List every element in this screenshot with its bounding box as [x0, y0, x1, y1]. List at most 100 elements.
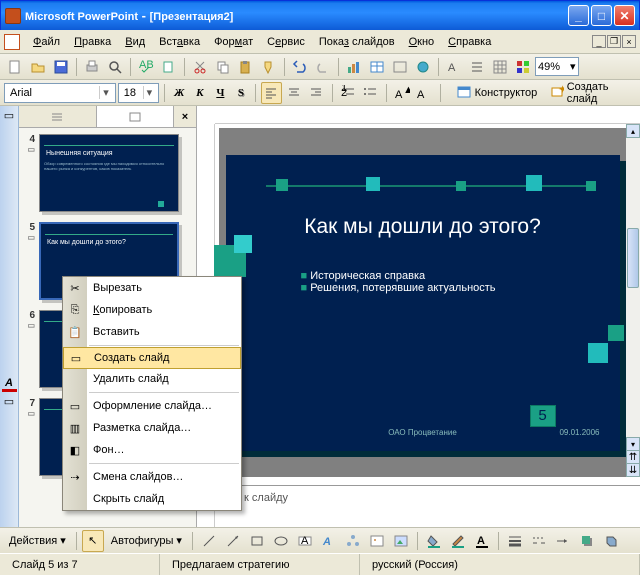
ctx-hide[interactable]: Скрыть слайд [63, 488, 241, 510]
save-icon[interactable] [50, 56, 72, 78]
arrow-style-icon[interactable] [552, 530, 574, 552]
doc-minimize[interactable]: _ [592, 35, 606, 48]
dash-style-icon[interactable] [528, 530, 550, 552]
ctx-paste[interactable]: 📋Вставить [63, 321, 241, 343]
current-slide[interactable]: Как мы дошли до этого? Историческая спра… [226, 155, 620, 451]
format-painter-icon[interactable] [258, 56, 280, 78]
research-icon[interactable] [158, 56, 180, 78]
print-icon[interactable] [81, 56, 103, 78]
designer-button[interactable]: Конструктор [450, 82, 544, 104]
hyperlink-icon[interactable] [412, 56, 434, 78]
slide-area[interactable]: Как мы дошли до этого? Историческая спра… [219, 128, 626, 477]
zoom-input[interactable] [538, 61, 570, 73]
menu-help[interactable]: Справка [441, 33, 498, 51]
fill-color-icon[interactable] [423, 530, 445, 552]
clipart-icon[interactable] [366, 530, 388, 552]
ctx-new-slide[interactable]: ▭Создать слайд [63, 347, 241, 369]
rectangle-icon[interactable] [246, 530, 268, 552]
doc-close[interactable]: × [622, 35, 636, 48]
thumb-item[interactable]: 4▭ Нынешняя ситуация Обзор современного … [19, 132, 196, 214]
arrow-icon[interactable] [222, 530, 244, 552]
oval-icon[interactable] [270, 530, 292, 552]
outline-tab[interactable] [19, 106, 97, 127]
chart-icon[interactable] [343, 56, 365, 78]
ctx-layout[interactable]: ▥Разметка слайда… [63, 417, 241, 439]
menu-tools[interactable]: Сервис [260, 33, 312, 51]
menu-file[interactable]: Файл [26, 33, 67, 51]
size-combo[interactable]: 18▾ [118, 83, 159, 103]
italic-button[interactable]: К [191, 83, 210, 103]
table-icon[interactable] [366, 56, 388, 78]
actions-menu[interactable]: Действия ▾ [4, 532, 71, 549]
undo-icon[interactable] [289, 56, 311, 78]
ctx-transition[interactable]: ⇢Смена слайдов… [63, 466, 241, 488]
line-color-icon[interactable] [447, 530, 469, 552]
document-icon[interactable] [4, 34, 20, 50]
shadow-button[interactable]: S [232, 83, 251, 103]
font-color-side-icon[interactable]: A [2, 377, 17, 392]
align-right-icon[interactable] [306, 82, 327, 104]
slide-bullets[interactable]: Историческая справкаРешения, потерявшие … [301, 270, 496, 294]
tables-borders-icon[interactable] [389, 56, 411, 78]
ctx-design[interactable]: ▭Оформление слайда… [63, 395, 241, 417]
autoshapes-menu[interactable]: Автофигуры ▾ [106, 532, 187, 549]
line-icon[interactable] [198, 530, 220, 552]
redo-icon[interactable] [312, 56, 334, 78]
ctx-background[interactable]: ◧Фон… [63, 439, 241, 461]
font-color-icon[interactable]: A [471, 530, 493, 552]
notes-pane[interactable]: тки к слайду [215, 485, 640, 527]
cut-icon[interactable] [189, 56, 211, 78]
wordart-icon[interactable]: A [318, 530, 340, 552]
bullets-icon[interactable] [360, 82, 381, 104]
select-icon[interactable]: ↖ [82, 530, 104, 552]
3d-style-icon[interactable] [600, 530, 622, 552]
picture-icon[interactable] [390, 530, 412, 552]
spellcheck-icon[interactable]: ABC [135, 56, 157, 78]
zoom-combo[interactable]: ▾ [535, 57, 579, 76]
ctx-cut[interactable]: ✂Вырезать [63, 277, 241, 299]
grid-icon[interactable] [489, 56, 511, 78]
line-style-icon[interactable] [504, 530, 526, 552]
expand-icon[interactable]: A [443, 56, 465, 78]
ctx-delete-slide[interactable]: Удалить слайд [63, 368, 241, 390]
new-icon[interactable] [4, 56, 26, 78]
scrollbar-vertical[interactable]: ▴ ▾ ⇈ ⇊ [626, 124, 640, 477]
copy-icon[interactable] [212, 56, 234, 78]
minimize-button[interactable]: _ [568, 5, 589, 26]
paste-icon[interactable] [235, 56, 257, 78]
preview-icon[interactable] [104, 56, 126, 78]
panel-close[interactable]: × [174, 106, 196, 127]
decrease-font-icon[interactable]: A [414, 82, 435, 104]
menu-insert[interactable]: Вставка [152, 33, 207, 51]
scroll-thumb[interactable] [627, 228, 639, 288]
maximize-button[interactable]: □ [591, 5, 612, 26]
slide-title[interactable]: Как мы дошли до этого? [226, 215, 620, 239]
ctx-copy[interactable]: ⎘Копировать [63, 299, 241, 321]
font-combo[interactable]: Arial▾ [4, 83, 116, 103]
menu-window[interactable]: Окно [402, 33, 442, 51]
design-side-icon[interactable]: ▭ [2, 394, 17, 409]
svg-text:A: A [477, 535, 485, 547]
close-button[interactable]: ✕ [614, 5, 635, 26]
textbox-icon[interactable]: A [294, 530, 316, 552]
show-formatting-icon[interactable] [466, 56, 488, 78]
bold-button[interactable]: Ж [170, 83, 189, 103]
doc-restore[interactable]: ❐ [607, 35, 621, 48]
align-center-icon[interactable] [284, 82, 305, 104]
numbering-icon[interactable]: 12 [338, 82, 359, 104]
new-slide-button[interactable]: ✦Создать слайд [544, 78, 636, 108]
shadow-style-icon[interactable] [576, 530, 598, 552]
underline-button[interactable]: Ч [211, 83, 230, 103]
status-bar: Слайд 5 из 7 Предлагаем стратегию русски… [0, 553, 640, 575]
diagram-icon[interactable] [342, 530, 364, 552]
color-icon[interactable] [512, 56, 534, 78]
open-icon[interactable] [27, 56, 49, 78]
menu-edit[interactable]: Правка [67, 33, 118, 51]
align-left-icon[interactable] [261, 82, 282, 104]
slides-tab[interactable] [97, 106, 175, 127]
menu-format[interactable]: Формат [207, 33, 260, 51]
menu-slideshow[interactable]: Показ слайдов [312, 33, 402, 51]
increase-font-icon[interactable]: A▲ [392, 82, 413, 104]
menu-view[interactable]: Вид [118, 33, 152, 51]
outline-view-icon[interactable]: ▭ [2, 108, 17, 123]
